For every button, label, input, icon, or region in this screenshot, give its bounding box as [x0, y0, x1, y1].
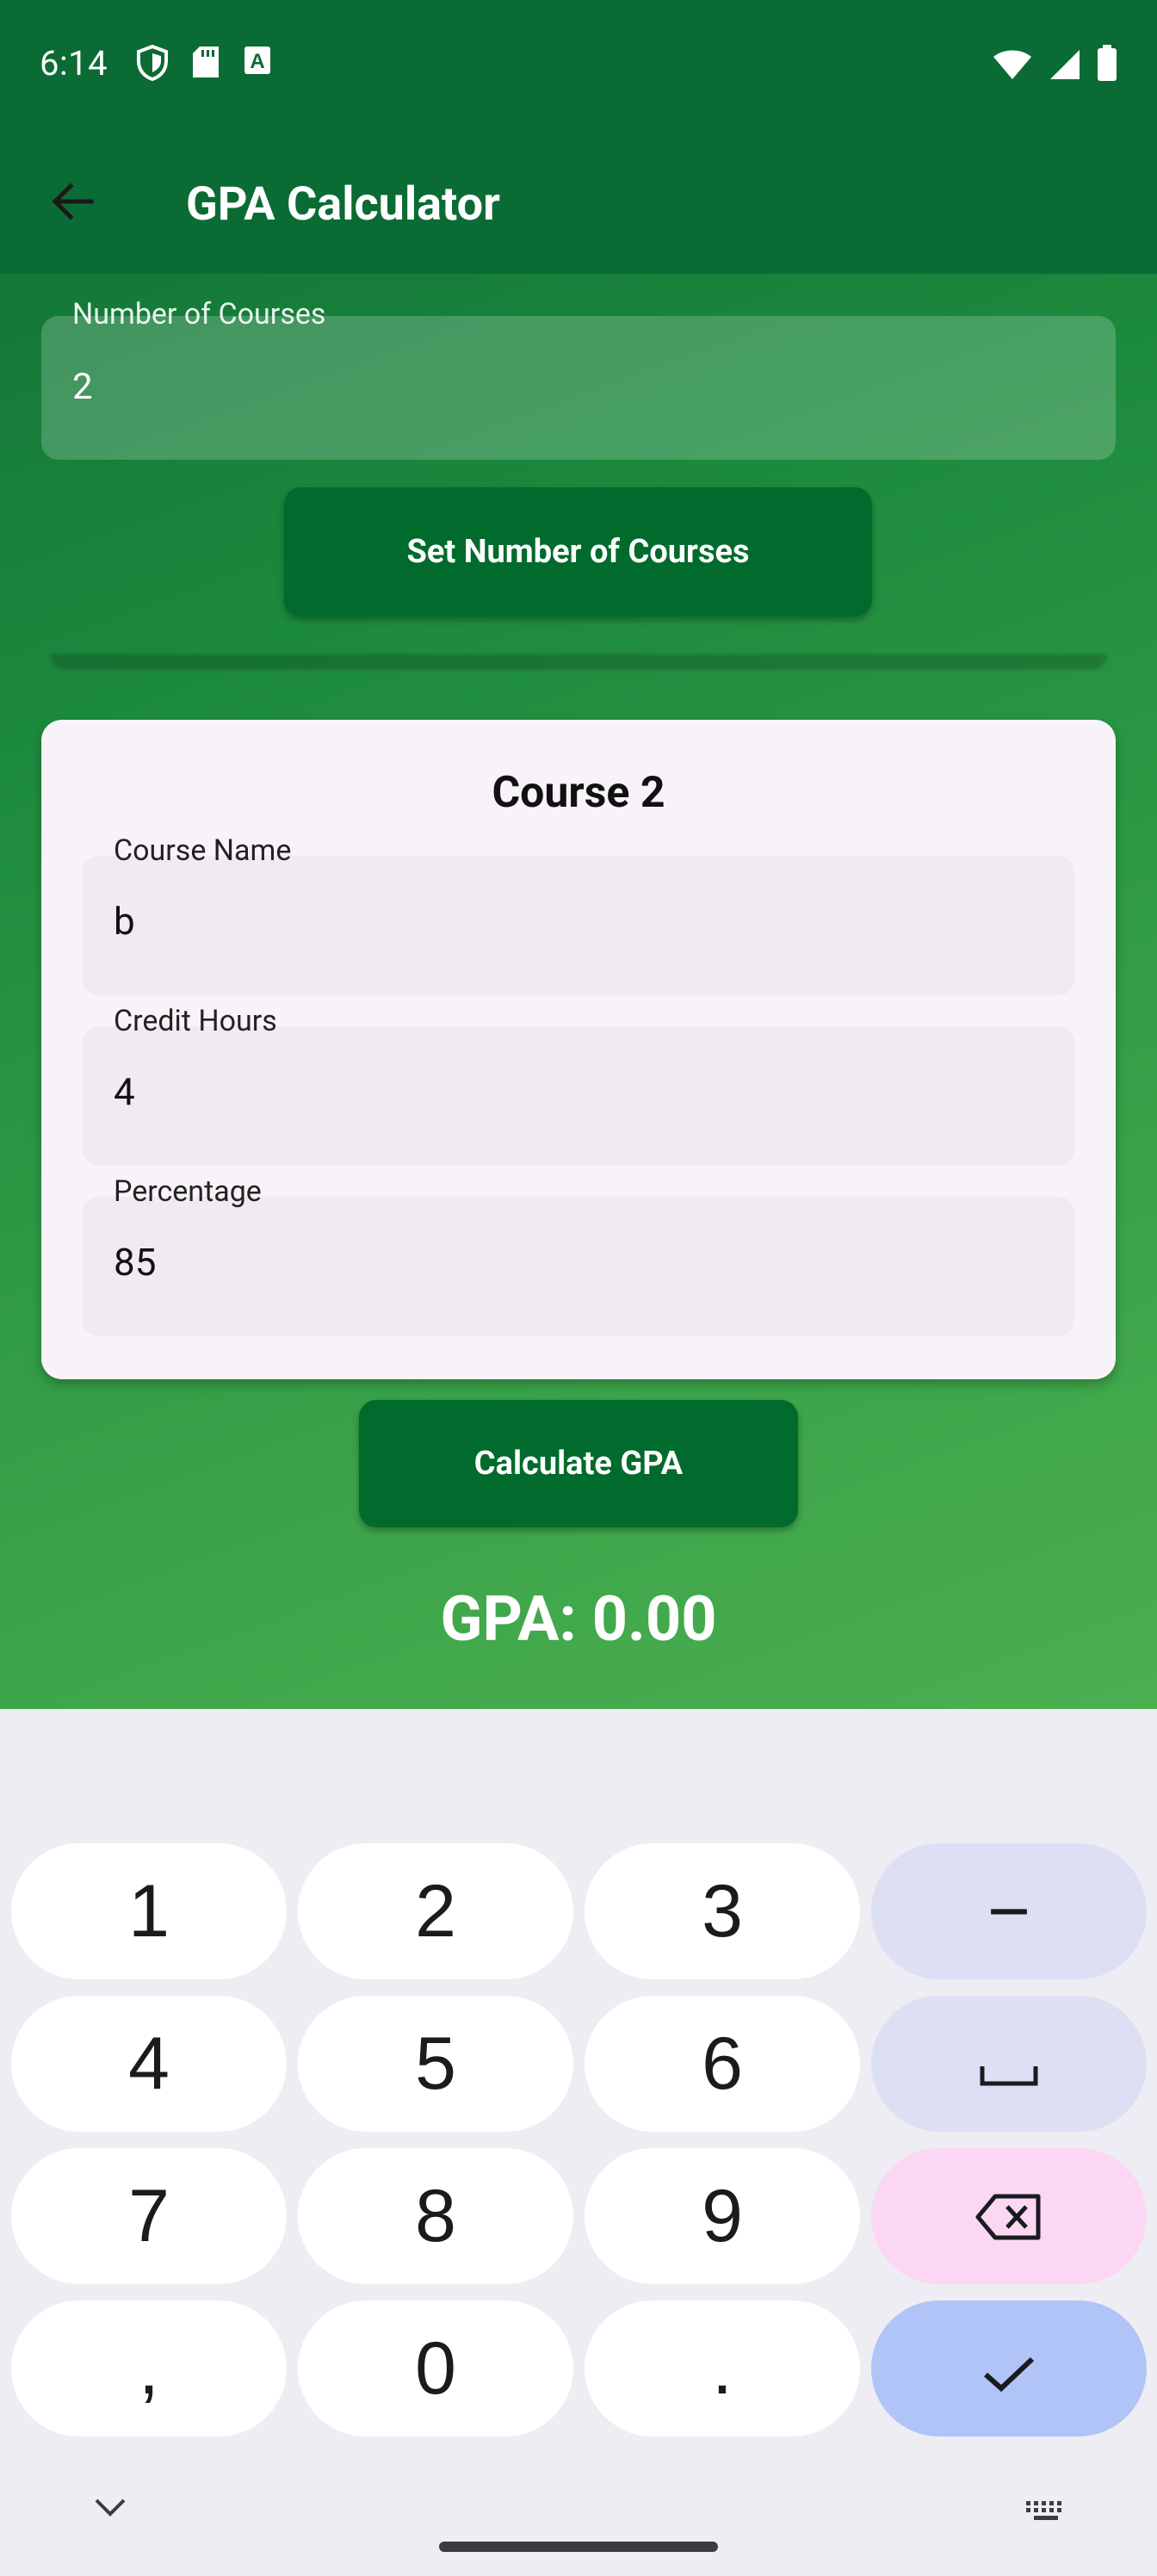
battery-icon	[1097, 45, 1117, 84]
switch-keyboard-button[interactable]	[1024, 2499, 1067, 2525]
calculate-gpa-button[interactable]: Calculate GPA	[359, 1400, 798, 1527]
percentage-label: Percentage	[114, 1174, 262, 1209]
page-title: GPA Calculator	[186, 177, 500, 232]
course-name-value: b	[114, 899, 135, 944]
percentage-input[interactable]	[83, 1197, 1074, 1336]
key-8[interactable]: 8	[298, 2148, 573, 2284]
key-done[interactable]	[871, 2300, 1147, 2437]
key-period[interactable]: .	[585, 2300, 860, 2437]
shield-icon	[136, 44, 169, 84]
key-comma[interactable]: ,	[11, 2300, 287, 2437]
key-3[interactable]: 3	[585, 1843, 860, 1979]
status-system-icons	[992, 45, 1117, 84]
app-screen: 6:14 A GPA Calculator Number of Courses …	[0, 0, 1157, 1709]
number-of-courses-label: Number of Courses	[72, 297, 326, 331]
hide-keyboard-button[interactable]	[93, 2497, 127, 2523]
key-1[interactable]: 1	[11, 1843, 287, 1979]
key-5[interactable]: 5	[298, 1996, 573, 2132]
percentage-value: 85	[114, 1240, 157, 1285]
key-9[interactable]: 9	[585, 2148, 860, 2284]
home-indicator[interactable]	[439, 2542, 718, 2552]
chevron-down-icon	[93, 2499, 127, 2523]
check-icon	[982, 2326, 1036, 2412]
key-7[interactable]: 7	[11, 2148, 287, 2284]
set-number-of-courses-button[interactable]: Set Number of Courses	[284, 487, 872, 616]
backspace-icon	[974, 2174, 1043, 2259]
previous-course-card-edge	[50, 654, 1107, 670]
svg-text:A: A	[250, 50, 264, 73]
keyboard-icon	[1024, 2501, 1067, 2525]
number-of-courses-value: 2	[72, 366, 93, 408]
credit-hours-label: Credit Hours	[114, 1004, 277, 1038]
top-app-bar: 6:14 A GPA Calculator	[0, 0, 1157, 274]
course-title: Course 2	[492, 768, 665, 818]
key-backspace[interactable]	[871, 2148, 1147, 2284]
key-2[interactable]: 2	[298, 1843, 573, 1979]
course-name-label: Course Name	[114, 833, 292, 868]
course-name-input[interactable]	[83, 856, 1074, 995]
credit-hours-value: 4	[114, 1069, 135, 1114]
key-0[interactable]: 0	[298, 2300, 573, 2437]
space-icon	[979, 2022, 1039, 2107]
wifi-icon	[992, 48, 1033, 84]
key-minus[interactable]: −	[871, 1843, 1147, 1979]
key-space[interactable]	[871, 1996, 1147, 2132]
number-of-courses-input[interactable]	[41, 316, 1116, 460]
signal-icon	[1049, 48, 1081, 84]
status-time: 6:14	[40, 43, 108, 84]
arrow-back-icon	[48, 177, 96, 229]
font-icon: A	[243, 45, 272, 84]
credit-hours-input[interactable]	[83, 1026, 1074, 1166]
numeric-keyboard: 1 2 3 − 4 5 6 7 8 9 , 0 .	[0, 1709, 1157, 2576]
key-4[interactable]: 4	[11, 1996, 287, 2132]
status-notification-icons: A	[136, 44, 272, 84]
gpa-result: GPA: 0.00	[440, 1582, 717, 1656]
back-button[interactable]	[40, 170, 105, 236]
sd-card-icon	[191, 45, 220, 84]
course-card: Course 2 Course Name b Credit Hours 4 Pe…	[41, 720, 1116, 1379]
key-6[interactable]: 6	[585, 1996, 860, 2132]
